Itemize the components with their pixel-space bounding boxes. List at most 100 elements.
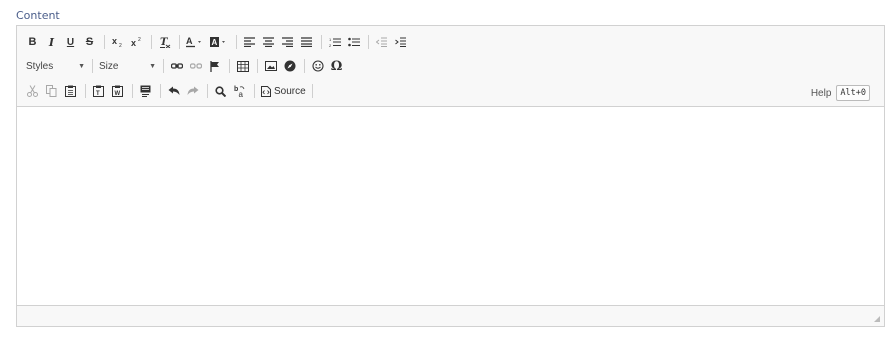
source-button[interactable]: Source bbox=[259, 82, 308, 100]
source-code-icon bbox=[261, 85, 271, 97]
align-justify-button[interactable] bbox=[298, 33, 315, 51]
size-dropdown-label: Size bbox=[99, 60, 119, 72]
styles-dropdown[interactable]: Styles ▼ bbox=[24, 57, 88, 75]
blockquote-icon bbox=[140, 85, 151, 97]
image-button[interactable] bbox=[262, 57, 279, 75]
underline-button[interactable]: U bbox=[62, 33, 79, 51]
paste-from-word-button[interactable]: W bbox=[109, 82, 126, 100]
help-shortcut-key: Alt+0 bbox=[836, 85, 870, 101]
strikethrough-icon: S bbox=[85, 36, 94, 48]
svg-text:A: A bbox=[186, 36, 193, 46]
link-button[interactable] bbox=[168, 57, 185, 75]
bold-button[interactable]: B bbox=[24, 33, 41, 51]
svg-text:x: x bbox=[112, 36, 117, 46]
toolbar-separator bbox=[311, 84, 313, 98]
search-icon bbox=[215, 85, 226, 97]
toolbar-separator bbox=[151, 35, 152, 49]
redo-button[interactable] bbox=[184, 82, 201, 100]
anchor-button[interactable] bbox=[206, 57, 223, 75]
toolbar-separator bbox=[92, 59, 93, 73]
toolbar-separator bbox=[321, 35, 322, 49]
toolbar-separator bbox=[179, 35, 180, 49]
editor-content-area[interactable] bbox=[17, 107, 884, 306]
superscript-button[interactable]: x2 bbox=[128, 33, 145, 51]
align-justify-icon bbox=[301, 37, 312, 47]
svg-text:2: 2 bbox=[138, 37, 141, 43]
toolbar-separator bbox=[104, 35, 105, 49]
align-left-icon bbox=[244, 37, 255, 47]
align-center-icon bbox=[263, 37, 274, 47]
text-color-button[interactable]: A bbox=[184, 33, 206, 51]
toolbar-separator bbox=[368, 35, 369, 49]
paste-button[interactable] bbox=[62, 82, 79, 100]
remove-format-button[interactable]: T bbox=[156, 33, 173, 51]
svg-text:x: x bbox=[131, 38, 136, 48]
indent-icon bbox=[395, 37, 406, 47]
cut-button[interactable] bbox=[24, 82, 41, 100]
table-button[interactable] bbox=[234, 57, 251, 75]
toolbar-separator bbox=[257, 59, 258, 73]
superscript-icon: x2 bbox=[131, 37, 141, 48]
copy-button[interactable] bbox=[43, 82, 60, 100]
styles-dropdown-label: Styles bbox=[26, 60, 54, 72]
align-center-button[interactable] bbox=[260, 33, 277, 51]
image-icon bbox=[264, 61, 277, 71]
numbered-list-icon: 12 bbox=[329, 37, 341, 48]
toolbar-row-styles: Styles ▼ Size ▼ Ω bbox=[24, 56, 347, 76]
paste-text-button[interactable]: T bbox=[90, 82, 107, 100]
bulleted-list-button[interactable] bbox=[345, 33, 362, 51]
svg-text:a: a bbox=[238, 90, 243, 98]
italic-button[interactable]: I bbox=[43, 33, 60, 51]
bold-icon: B bbox=[28, 36, 37, 48]
undo-icon bbox=[168, 86, 179, 95]
increase-indent-button[interactable] bbox=[392, 33, 409, 51]
subscript-icon: x2 bbox=[112, 36, 122, 48]
unlink-icon bbox=[189, 63, 202, 69]
svg-text:1: 1 bbox=[329, 37, 332, 42]
redo-icon bbox=[187, 86, 198, 95]
toolbar-separator bbox=[236, 35, 237, 49]
help-label: Help bbox=[810, 87, 832, 99]
find-button[interactable] bbox=[212, 82, 229, 100]
scissors-icon bbox=[27, 85, 38, 97]
background-color-button[interactable]: A bbox=[208, 33, 230, 51]
svg-text:2: 2 bbox=[329, 43, 332, 48]
decrease-indent-button[interactable] bbox=[373, 33, 390, 51]
replace-icon: ba bbox=[234, 86, 244, 98]
emoji-button[interactable] bbox=[309, 57, 326, 75]
outdent-icon bbox=[376, 37, 387, 47]
svg-text:A: A bbox=[212, 38, 218, 47]
help-hint: Help Alt+0 bbox=[811, 85, 870, 101]
toolbar-separator bbox=[160, 84, 161, 98]
table-icon bbox=[236, 60, 249, 72]
align-left-button[interactable] bbox=[241, 33, 258, 51]
embed-media-button[interactable] bbox=[281, 57, 298, 75]
numbered-list-button[interactable]: 12 bbox=[326, 33, 343, 51]
unlink-button[interactable] bbox=[187, 57, 204, 75]
background-color-icon: A bbox=[210, 37, 225, 47]
align-right-button[interactable] bbox=[279, 33, 296, 51]
blockquote-button[interactable] bbox=[137, 82, 154, 100]
omega-icon: Ω bbox=[330, 58, 343, 74]
paste-word-icon: W bbox=[112, 85, 123, 97]
svg-text:W: W bbox=[115, 91, 121, 97]
toolbar-row-formatting: B I U S x2 x2 T A A 1 2 bbox=[24, 32, 411, 52]
svg-text:2: 2 bbox=[119, 43, 122, 48]
subscript-button[interactable]: x2 bbox=[109, 33, 126, 51]
editor-toolbar: B I U S x2 x2 T A A 1 2 Styles ▼ Size ▼ … bbox=[17, 26, 884, 107]
special-character-button[interactable]: Ω bbox=[328, 57, 345, 75]
undo-button[interactable] bbox=[165, 82, 182, 100]
toolbar-row-clipboard: T W ba Source bbox=[24, 81, 317, 101]
content-field-label: Content bbox=[16, 9, 60, 22]
align-right-icon bbox=[282, 37, 293, 47]
toolbar-separator bbox=[229, 59, 230, 73]
toolbar-separator bbox=[132, 84, 133, 98]
replace-button[interactable]: ba bbox=[231, 82, 248, 100]
strikethrough-button[interactable]: S bbox=[81, 33, 98, 51]
editor-status-bar bbox=[17, 305, 884, 326]
bulleted-list-icon bbox=[347, 37, 360, 46]
chevron-down-icon: ▼ bbox=[149, 62, 156, 70]
resize-handle-icon[interactable] bbox=[873, 315, 881, 323]
size-dropdown[interactable]: Size ▼ bbox=[97, 57, 159, 75]
link-icon bbox=[170, 63, 183, 69]
